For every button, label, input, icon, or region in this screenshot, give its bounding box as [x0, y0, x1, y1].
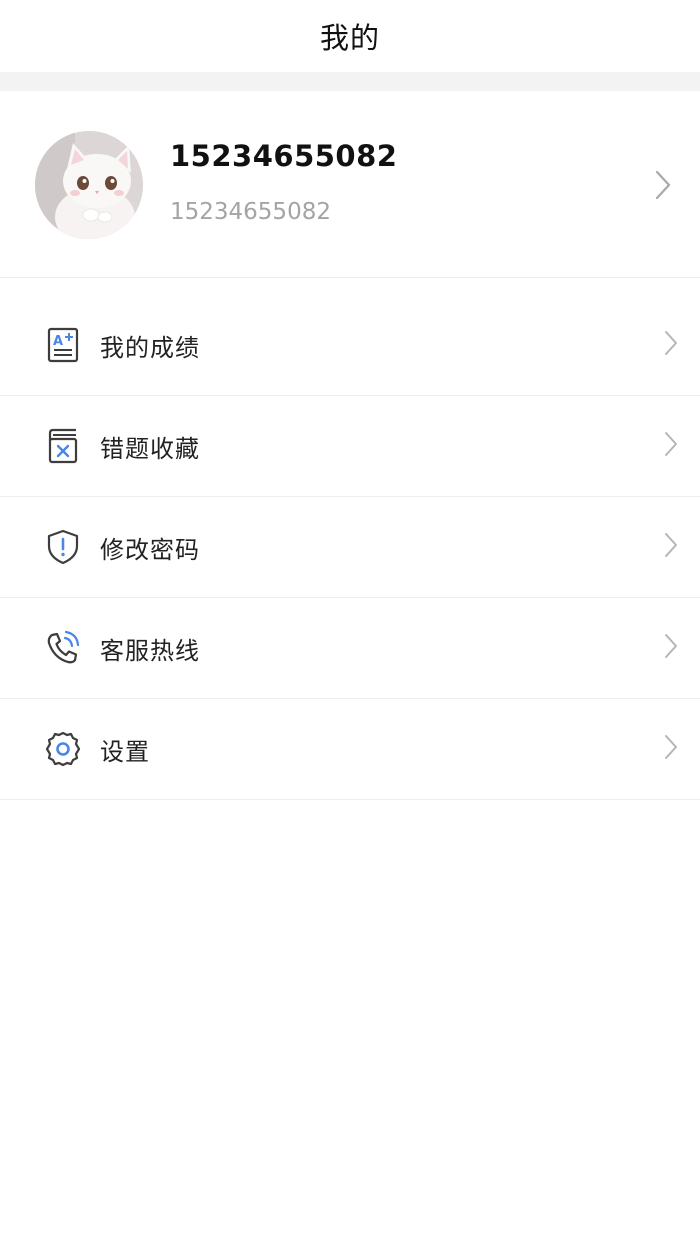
menu-item-label: 错题收藏: [100, 434, 200, 463]
top-bar: 我的: [0, 0, 700, 72]
chevron-right-icon: [664, 532, 678, 562]
chevron-right-icon: [664, 633, 678, 663]
avatar: [35, 131, 143, 239]
section-divider: [0, 72, 700, 91]
shield-alert-icon: [44, 528, 82, 566]
chevron-right-icon: [654, 169, 672, 205]
menu-item-label: 设置: [100, 737, 150, 766]
cat-avatar-image: [35, 131, 143, 239]
menu-item-customer-service[interactable]: 客服热线: [0, 598, 700, 699]
mine-page: 我的 15234655082 15234655082 A 我的成绩 错题收藏 修…: [0, 0, 700, 1244]
profile-account: 15234655082: [170, 199, 331, 225]
menu-list: A 我的成绩 错题收藏 修改密码 客服热线 设置: [0, 295, 700, 800]
chevron-right-icon: [664, 330, 678, 360]
profile-name: 15234655082: [170, 139, 398, 173]
menu-item-change-password[interactable]: 修改密码: [0, 497, 700, 598]
menu-item-label: 修改密码: [100, 535, 200, 564]
score-report-icon: A: [44, 326, 82, 364]
gear-icon: [44, 730, 82, 768]
menu-item-wrong-questions[interactable]: 错题收藏: [0, 396, 700, 497]
chevron-right-icon: [664, 431, 678, 461]
menu-item-label: 客服热线: [100, 636, 200, 665]
chevron-right-icon: [664, 734, 678, 764]
phone-call-icon: [44, 629, 82, 667]
menu-item-label: 我的成绩: [100, 333, 200, 362]
profile-card[interactable]: 15234655082 15234655082: [0, 91, 700, 278]
menu-item-settings[interactable]: 设置: [0, 699, 700, 800]
svg-text:A: A: [53, 334, 63, 349]
wrong-question-book-icon: [44, 427, 82, 465]
menu-item-my-scores[interactable]: A 我的成绩: [0, 295, 700, 396]
page-title: 我的: [319, 21, 380, 55]
